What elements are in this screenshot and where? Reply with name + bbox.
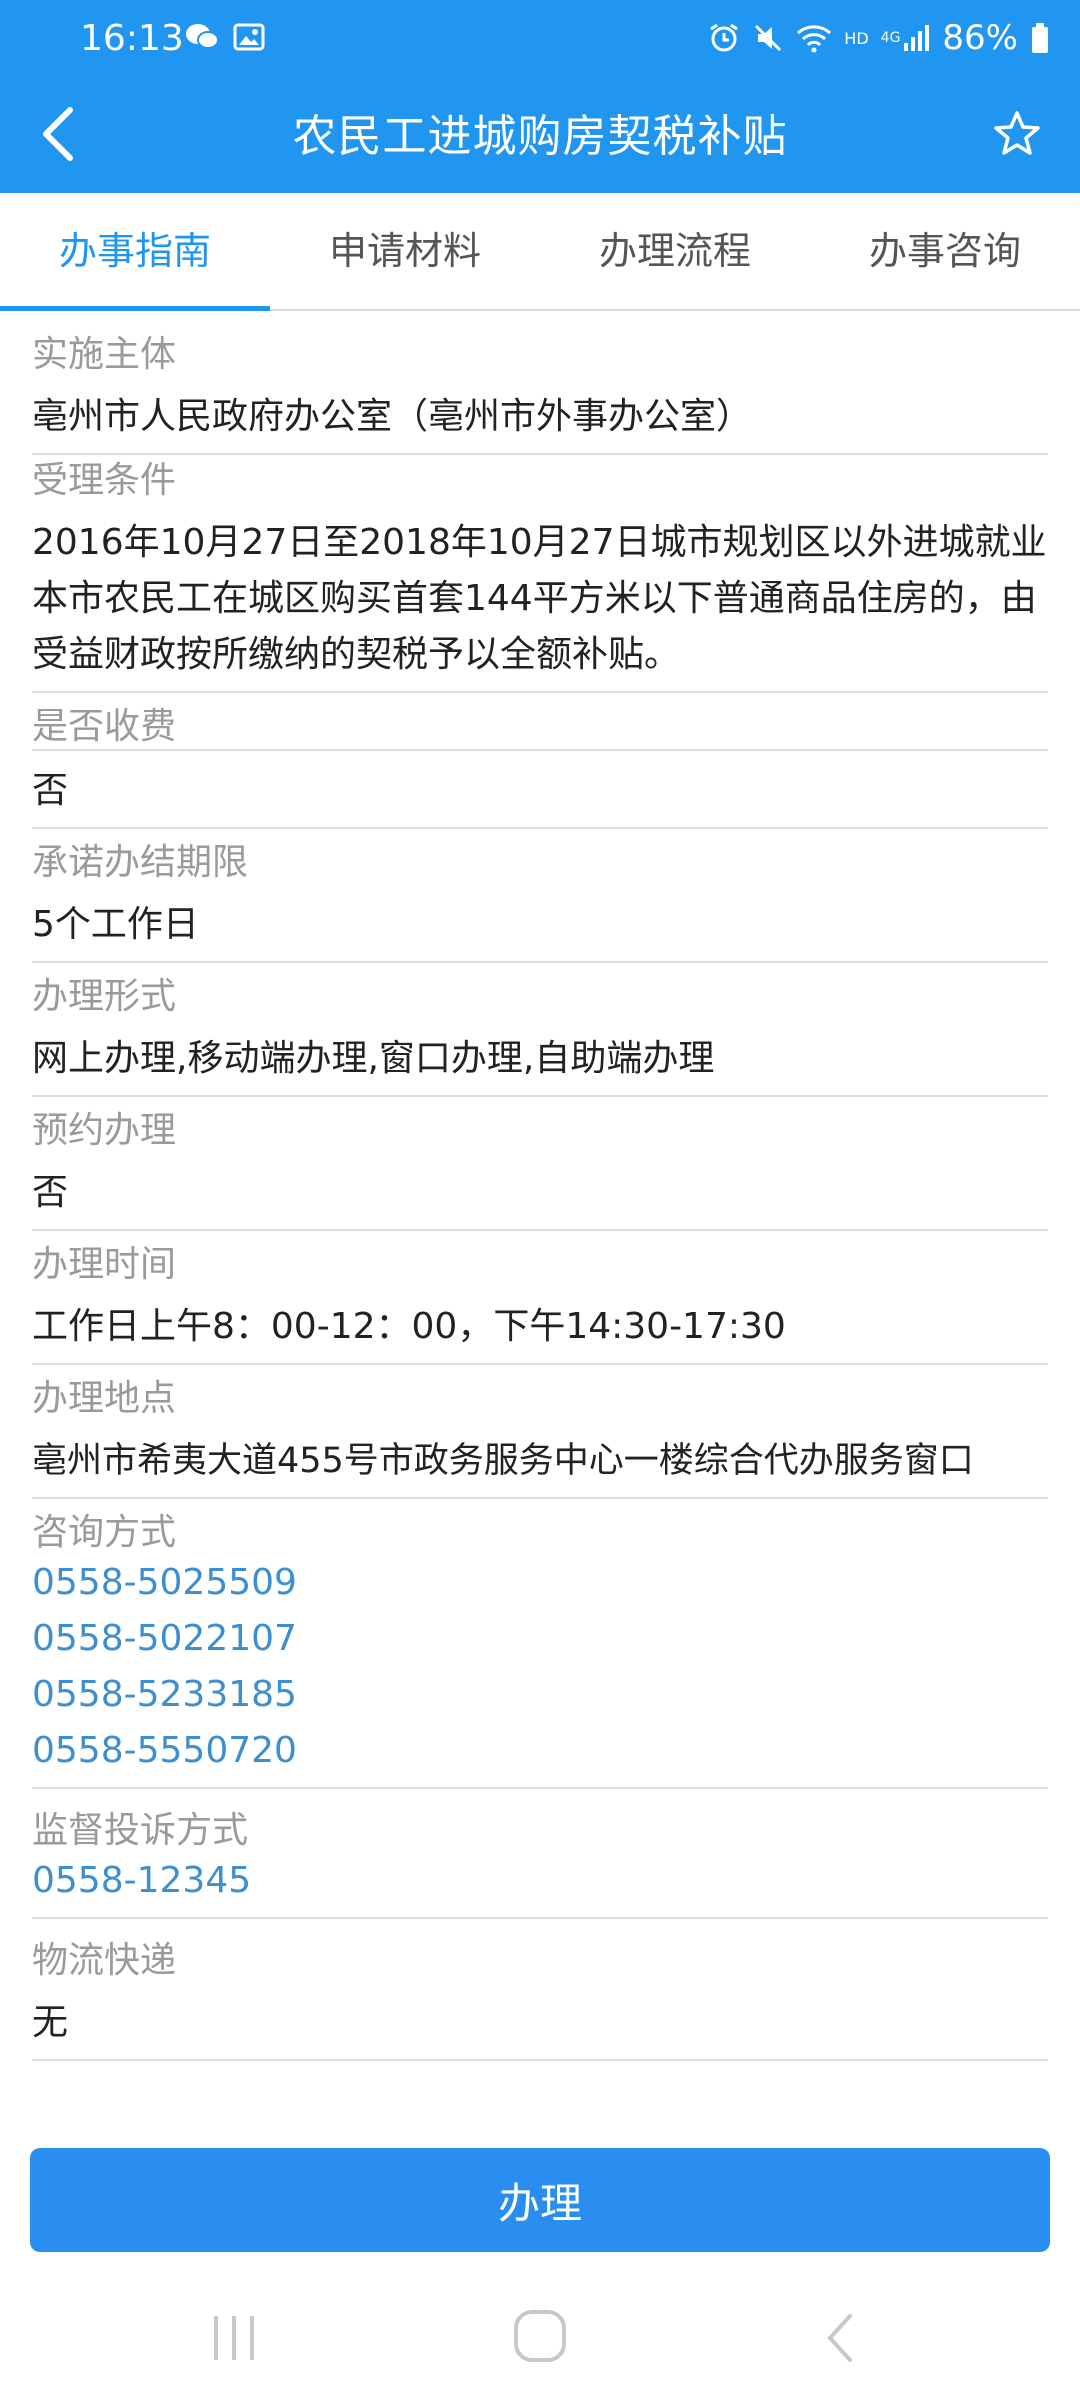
status-time: 16:13 (80, 18, 184, 59)
appointment-section: 预约办理 否 (32, 1097, 1048, 1231)
battery-percent: 86% (942, 18, 1018, 58)
handle-button[interactable]: 办理 (30, 2148, 1050, 2252)
conditions-label: 受理条件 (32, 460, 177, 501)
network-type: 4G (880, 30, 901, 46)
deadline-value: 5个工作日 (32, 904, 199, 945)
nav-back-icon[interactable] (820, 2310, 860, 2366)
tab-bar: 办事指南 申请材料 办理流程 办事咨询 (0, 193, 1080, 311)
alarm-icon (708, 22, 740, 54)
complaint-label: 监督投诉方式 (32, 1810, 249, 1851)
hours-value: 工作日上午8：00-12：00，下午14:30-17:30 (32, 1306, 786, 1347)
implementer-value: 亳州市人民政府办公室（亳州市外事办公室） (32, 396, 753, 437)
hours-label: 办理时间 (32, 1244, 177, 1285)
consult-section: 咨询方式 0558-5025509 0558-5022107 0558-5233… (32, 1499, 1048, 1789)
consult-label: 咨询方式 (32, 1512, 177, 1553)
hours-section: 办理时间 工作日上午8：00-12：00，下午14:30-17:30 (32, 1231, 1048, 1365)
fee-value: 否 (32, 749, 1048, 827)
consult-phone-3[interactable]: 0558-5233185 (32, 1667, 1048, 1723)
fee-section: 是否收费 否 (32, 693, 1048, 829)
form-value: 网上办理,移动端办理,窗口办理,自助端办理 (32, 1038, 715, 1079)
consult-phone-1[interactable]: 0558-5025509 (32, 1555, 1048, 1611)
wifi-icon (796, 23, 832, 53)
battery-icon (1030, 22, 1050, 54)
logistics-section: 物流快递 无 (32, 1919, 1048, 2061)
complaint-section: 监督投诉方式 0558-12345 (32, 1789, 1048, 1919)
system-icons: HD 4G 86% (708, 18, 1050, 58)
page-title: 农民工进城购房契税补贴 (292, 111, 788, 162)
logistics-value: 无 (32, 2002, 69, 2043)
app-header: 16:13 HD 4G 86% 农民工进城购房契税补贴 (0, 0, 1080, 193)
system-nav-bar (0, 2276, 1080, 2400)
fee-label: 是否收费 (32, 706, 177, 747)
signal-icon: 4G (881, 23, 931, 53)
location-section: 办理地点 亳州市希夷大道455号市政务服务中心一楼综合代办服务窗口 (32, 1365, 1048, 1499)
conditions-value: 2016年10月27日至2018年10月27日城市规划区以外进城就业本市农民工在… (32, 522, 1047, 675)
image-icon (233, 22, 265, 52)
tab-process[interactable]: 办理流程 (540, 193, 810, 309)
hd-indicator: HD (844, 28, 869, 48)
location-label: 办理地点 (32, 1378, 177, 1419)
consult-phone-2[interactable]: 0558-5022107 (32, 1611, 1048, 1667)
tab-consult[interactable]: 办事咨询 (810, 193, 1080, 309)
recents-icon[interactable] (210, 2310, 260, 2366)
appointment-value: 否 (32, 1172, 69, 1213)
location-value: 亳州市希夷大道455号市政务服务中心一楼综合代办服务窗口 (32, 1441, 974, 1481)
complaint-phone[interactable]: 0558-12345 (32, 1853, 1048, 1909)
tab-materials[interactable]: 申请材料 (270, 193, 540, 309)
guide-content: 实施主体 亳州市人民政府办公室（亳州市外事办公室） 受理条件 2016年10月2… (32, 309, 1048, 2061)
form-section: 办理形式 网上办理,移动端办理,窗口办理,自助端办理 (32, 963, 1048, 1097)
logistics-label: 物流快递 (32, 1940, 177, 1981)
implementer-label: 实施主体 (32, 334, 177, 375)
form-label: 办理形式 (32, 976, 177, 1017)
favorite-star-icon[interactable] (992, 108, 1042, 158)
status-bar: 16:13 HD 4G 86% (0, 0, 1080, 86)
deadline-section: 承诺办结期限 5个工作日 (32, 829, 1048, 963)
consult-phone-4[interactable]: 0558-5550720 (32, 1723, 1048, 1779)
notification-icons (185, 22, 265, 52)
implementer-section: 实施主体 亳州市人民政府办公室（亳州市外事办公室） (32, 309, 1048, 455)
mute-icon (752, 22, 784, 54)
conditions-section: 受理条件 2016年10月27日至2018年10月27日城市规划区以外进城就业本… (32, 455, 1048, 693)
appointment-label: 预约办理 (32, 1110, 177, 1151)
tab-guide[interactable]: 办事指南 (0, 193, 270, 311)
deadline-label: 承诺办结期限 (32, 842, 249, 883)
wechat-icon (185, 22, 219, 52)
home-icon[interactable] (510, 2306, 570, 2366)
